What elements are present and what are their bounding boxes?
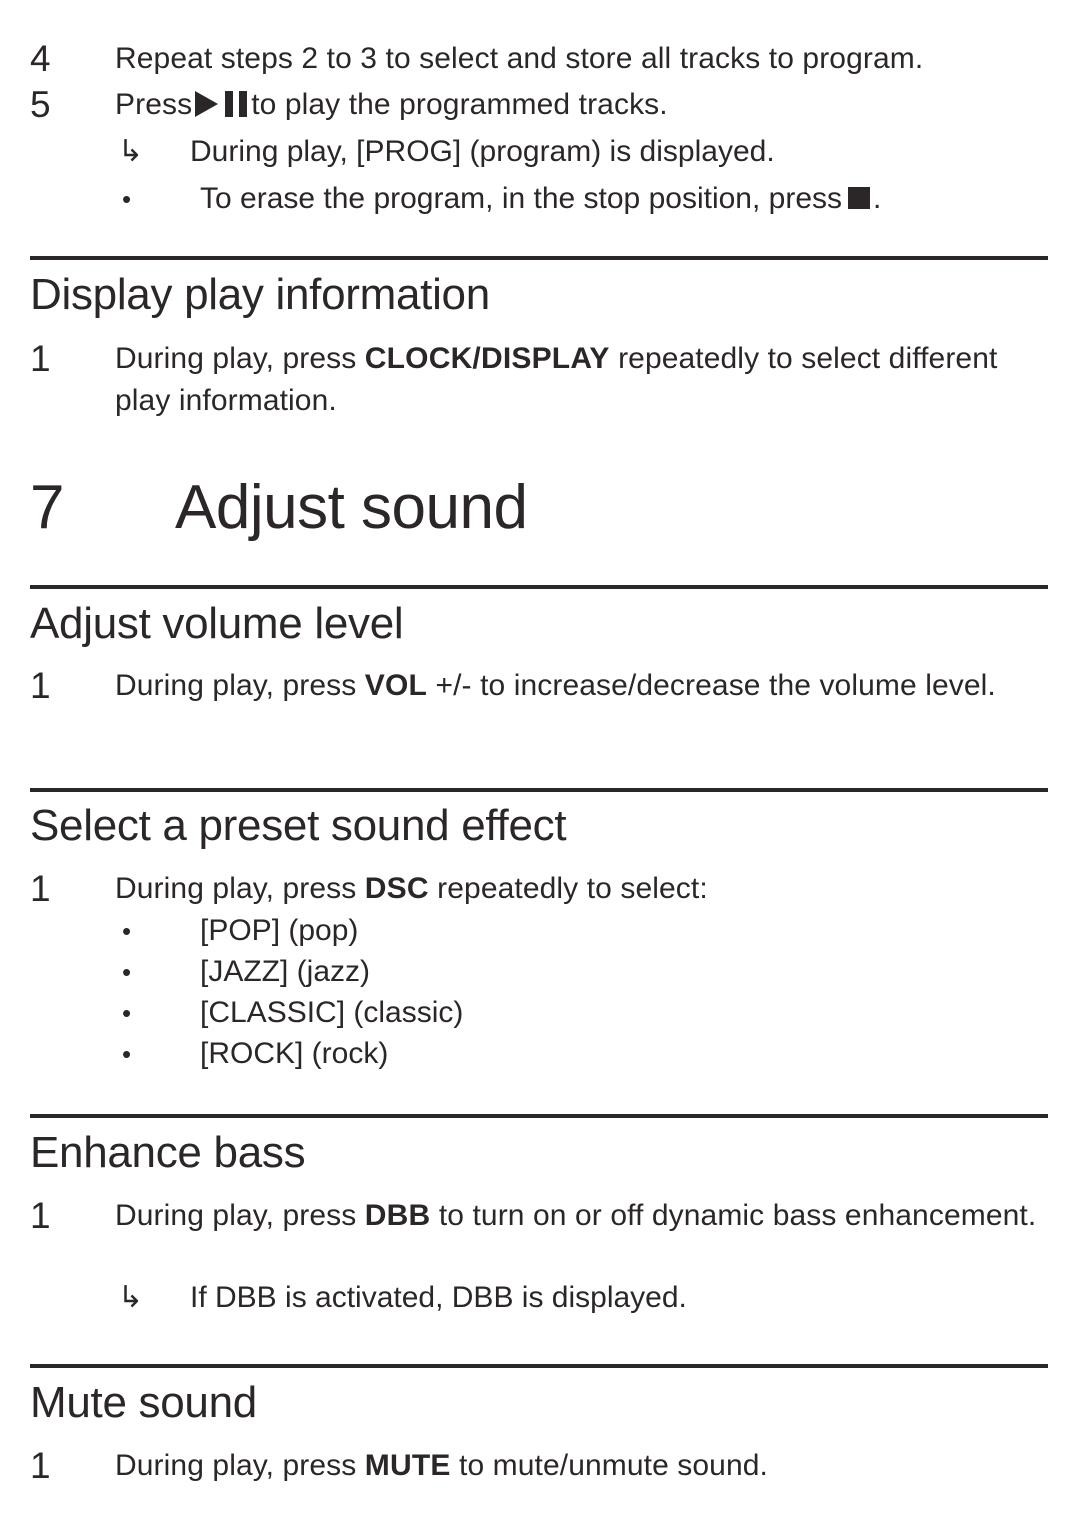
step-text: Repeat steps 2 to 3 to select and store … [115, 42, 924, 75]
result-line: ↳ If DBB is activated, DBB is displayed. [118, 1277, 1052, 1319]
section-title-display-play-information: Display play information [30, 270, 490, 319]
section-divider [30, 788, 1048, 792]
bullet-dot-icon: • [122, 957, 132, 987]
result-arrow-icon: ↳ [118, 135, 144, 168]
play-triangle-icon [195, 91, 219, 117]
step-number: 1 [30, 1445, 51, 1486]
step-item: 1 During play, press VOL +/- to increase… [30, 665, 1052, 707]
bullet-dot-icon: • [122, 1039, 132, 1069]
step-text: During play, press DBB to turn on or off… [115, 1195, 1052, 1237]
section-title-mute-sound: Mute sound [30, 1378, 257, 1427]
step-item: 1 During play, press MUTE to mute/unmute… [30, 1445, 1052, 1487]
bullet-text: [JAZZ] (jazz) [200, 955, 370, 988]
result-text: During play, [PROG] (program) is display… [190, 135, 775, 168]
bullet-dot-icon: • [122, 916, 132, 946]
chapter-number: 7 [30, 473, 64, 542]
section-title-enhance-bass: Enhance bass [30, 1128, 306, 1177]
bullet-text-before-icon: To erase the program, in the stop positi… [200, 182, 843, 215]
stop-icon [848, 187, 871, 209]
bullet-text: To erase the program, in the stop positi… [200, 178, 1052, 220]
step-text: During play, press MUTE to mute/unmute s… [115, 1445, 1052, 1487]
step-text-keyword: DSC [364, 872, 429, 905]
step-text: Press to play the programmed tracks. [115, 84, 1052, 126]
step-text: During play, press CLOCK/DISPLAY repeate… [115, 338, 1052, 422]
step-number: 1 [30, 1195, 51, 1236]
result-arrow-icon: ↳ [118, 1281, 144, 1314]
bullet-item: • [CLASSIC] (classic) [118, 992, 1052, 1034]
pause-bars-icon [225, 91, 248, 117]
step-number: 1 [30, 868, 51, 909]
step-text: During play, press DSC repeatedly to sel… [115, 868, 1052, 910]
play-pause-icon [195, 91, 248, 117]
step-text-keyword: DBB [364, 1199, 431, 1232]
result-line: ↳ During play, [PROG] (program) is displ… [118, 131, 1052, 173]
step-text-before-icon: Press [115, 88, 193, 121]
chapter-title: Adjust sound [175, 473, 528, 542]
step-text-segment: During play, press [115, 342, 365, 375]
bullet-item: • [POP] (pop) [118, 910, 1052, 952]
step-number: 1 [30, 338, 51, 379]
section-title-select-a-preset-sound-effect: Select a preset sound effect [30, 801, 567, 850]
step-text-segment: During play, press [115, 1199, 365, 1232]
section-divider [30, 585, 1048, 589]
step-text-segment: to turn on or off dynamic bass enhanceme… [430, 1199, 1037, 1232]
step-item: 4 Repeat steps 2 to 3 to select and stor… [30, 38, 1052, 80]
step-text-segment: +/- to increase/decrease the volume leve… [427, 669, 996, 702]
step-text-keyword: VOL [364, 669, 428, 702]
step-text-keyword: MUTE [364, 1449, 451, 1482]
bullet-text-after-icon: . [873, 182, 882, 215]
step-text: During play, press VOL +/- to increase/d… [115, 665, 1052, 707]
bullet-text: [POP] (pop) [200, 914, 359, 947]
step-item: 1 During play, press DBB to turn on or o… [30, 1195, 1052, 1237]
step-number: 5 [30, 84, 51, 125]
section-divider [30, 1114, 1048, 1118]
step-text-segment: During play, press [115, 669, 365, 702]
bullet-item: • [JAZZ] (jazz) [118, 951, 1052, 993]
step-text-segment: repeatedly to select: [428, 872, 708, 905]
manual-page: 4 Repeat steps 2 to 3 to select and stor… [0, 0, 1080, 1532]
step-item: 1 During play, press DSC repeatedly to s… [30, 868, 1052, 910]
step-text-segment: During play, press [115, 1449, 365, 1482]
result-text: If DBB is activated, DBB is displayed. [190, 1281, 687, 1314]
section-title-adjust-volume-level: Adjust volume level [30, 599, 404, 648]
bullet-item: • To erase the program, in the stop posi… [118, 178, 1052, 220]
section-divider [30, 256, 1048, 260]
chapter-heading: 7 Adjust sound [30, 477, 1050, 539]
step-text-keyword: CLOCK/DISPLAY [364, 342, 610, 375]
section-divider [30, 1364, 1048, 1368]
step-number: 1 [30, 665, 51, 706]
step-number: 4 [30, 38, 51, 79]
step-text-segment: to mute/unmute sound. [450, 1449, 768, 1482]
bullet-text: [ROCK] (rock) [200, 1037, 389, 1070]
step-text-after-icon: to play the programmed tracks. [251, 88, 668, 121]
bullet-dot-icon: • [122, 998, 132, 1028]
bullet-text: [CLASSIC] (classic) [200, 996, 464, 1029]
step-item: 5 Press to play the programmed tracks. [30, 84, 1052, 126]
step-text-segment: During play, press [115, 872, 365, 905]
step-item: 1 During play, press CLOCK/DISPLAY repea… [30, 338, 1052, 422]
bullet-dot-icon: • [122, 184, 132, 214]
bullet-item: • [ROCK] (rock) [118, 1033, 1052, 1075]
